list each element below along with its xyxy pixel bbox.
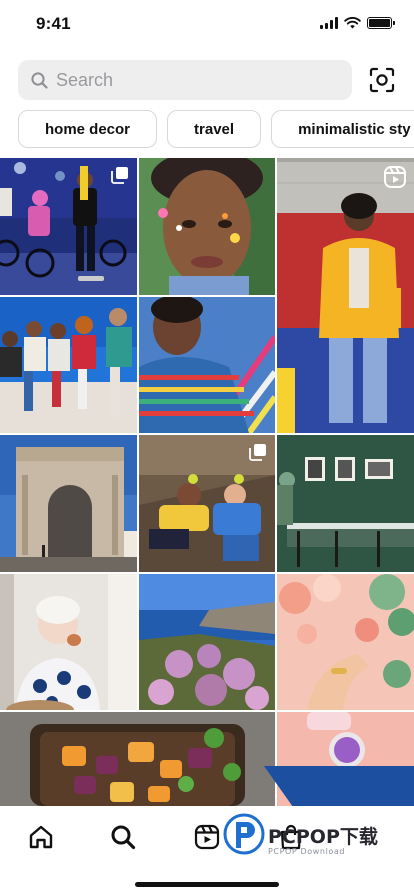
watermark-subtext: PCPOP Download — [268, 847, 346, 856]
grid-tile[interactable] — [0, 158, 137, 295]
tile-image — [277, 574, 414, 710]
carousel-icon — [111, 167, 128, 184]
grid-tile[interactable] — [139, 435, 275, 572]
tile-image — [277, 158, 414, 433]
search-row — [18, 60, 398, 100]
chip-minimalistic-style[interactable]: minimalistic sty — [271, 110, 414, 148]
tile-image — [139, 574, 275, 710]
grid-tile[interactable] — [139, 297, 275, 433]
tile-image — [0, 712, 275, 806]
status-time: 9:41 — [36, 14, 71, 33]
home-icon — [29, 825, 53, 849]
grid-tile[interactable] — [0, 712, 275, 806]
topic-chips: home decor travel minimalistic sty — [18, 110, 414, 148]
battery-icon — [367, 17, 395, 29]
signal-icon — [320, 17, 338, 29]
search-icon — [111, 825, 136, 850]
carousel-icon — [249, 444, 266, 461]
status-icons — [320, 17, 395, 29]
search-bar[interactable] — [18, 60, 352, 100]
grid-tile[interactable] — [0, 574, 137, 710]
tile-image — [139, 297, 275, 433]
tile-image — [0, 574, 137, 710]
grid-tile[interactable] — [277, 435, 414, 572]
status-bar: 9:41 — [0, 0, 414, 50]
tile-image — [277, 435, 414, 572]
scan-icon — [369, 67, 395, 93]
watermark-logo-icon — [223, 813, 265, 855]
tile-image — [0, 297, 137, 433]
nav-search[interactable] — [106, 820, 140, 854]
search-input[interactable] — [56, 69, 336, 91]
nav-home[interactable] — [24, 820, 58, 854]
watermark-text: PCPOP下载 — [268, 826, 378, 848]
grid-tile[interactable] — [277, 574, 414, 710]
grid-tile[interactable] — [0, 297, 137, 433]
nav-reels[interactable] — [190, 820, 224, 854]
grid-tile[interactable] — [277, 158, 414, 433]
search-icon — [30, 71, 48, 89]
chip-home-decor[interactable]: home decor — [18, 110, 158, 148]
tile-image — [139, 158, 275, 295]
grid-tile[interactable] — [139, 574, 275, 710]
scan-button[interactable] — [366, 64, 398, 96]
bottom-nav — [0, 806, 414, 896]
home-indicator — [135, 882, 279, 887]
grid-tile[interactable] — [139, 158, 275, 295]
chip-travel[interactable]: travel — [167, 110, 262, 148]
grid-tile[interactable] — [0, 435, 137, 572]
explore-grid — [0, 158, 414, 806]
reels-icon — [384, 166, 406, 188]
tile-image — [0, 435, 137, 572]
reels-icon — [194, 824, 220, 850]
wifi-icon — [344, 17, 361, 29]
